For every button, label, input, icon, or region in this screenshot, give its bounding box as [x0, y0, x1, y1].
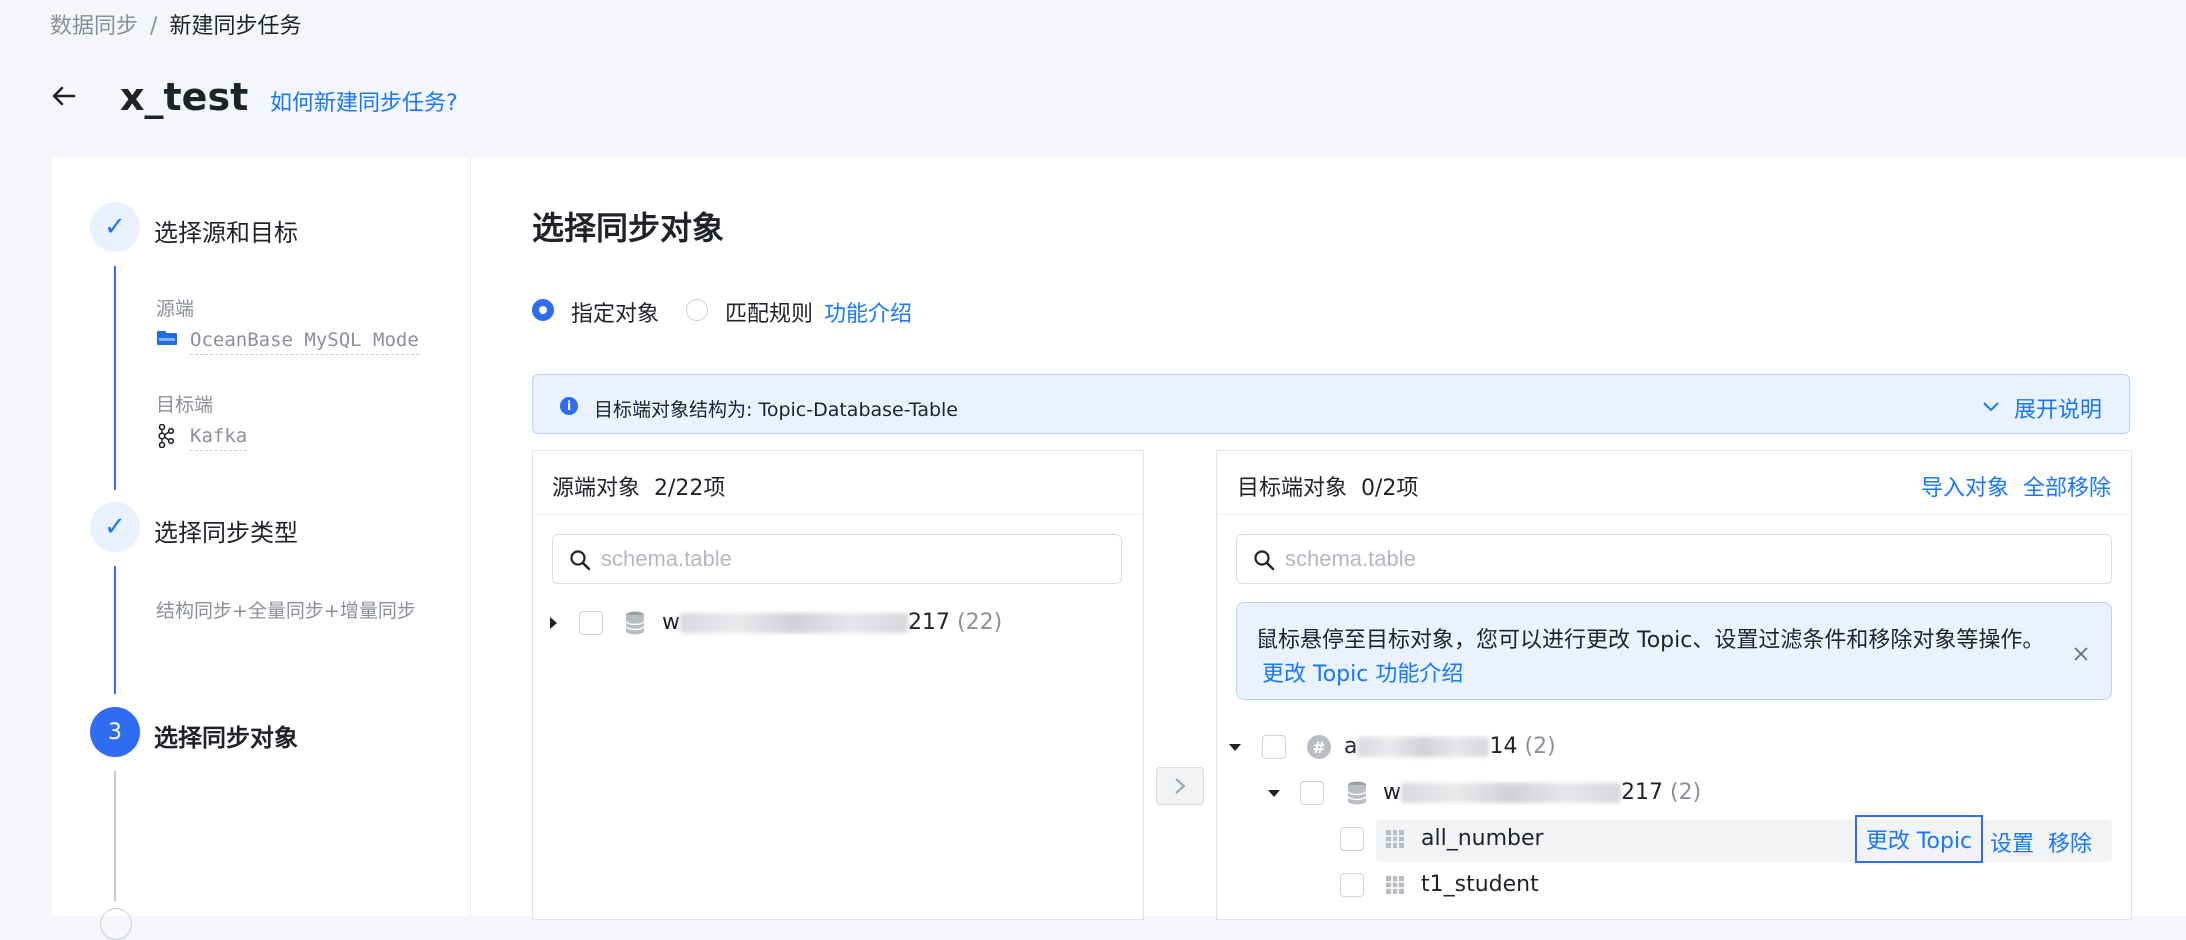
- help-link[interactable]: 如何新建同步任务?: [270, 85, 458, 117]
- step2-label[interactable]: 选择同步类型: [154, 513, 298, 548]
- topic-prefix: a: [1344, 734, 1358, 759]
- kafka-icon: [156, 423, 176, 449]
- settings-button[interactable]: 设置: [1990, 826, 2034, 858]
- search-icon: [1253, 549, 1275, 575]
- hover-tip-text: 鼠标悬停至目标对象，您可以进行更改 Topic、设置过滤条件和移除对象等操作。: [1256, 628, 2045, 653]
- table-checkbox-t1-student[interactable]: [1340, 873, 1364, 897]
- radio-specified-objects[interactable]: [532, 299, 554, 321]
- source-panel-title-text: 源端对象: [552, 476, 641, 501]
- source-search-input[interactable]: [552, 534, 1122, 584]
- source-panel-divider: [533, 514, 1143, 515]
- radio-specified-label[interactable]: 指定对象: [571, 296, 659, 328]
- steps-divider: [470, 158, 471, 916]
- expand-description-link[interactable]: 展开说明: [2014, 392, 2102, 424]
- target-value: Kafka: [190, 425, 248, 451]
- target-panel-divider: [1217, 514, 2131, 515]
- change-topic-button[interactable]: 更改 Topic: [1855, 815, 1983, 863]
- source-search-field[interactable]: [599, 545, 1058, 573]
- breadcrumb-current: 新建同步任务: [169, 14, 302, 39]
- topic-hash-icon: #: [1307, 735, 1331, 759]
- step4-circle: [100, 908, 132, 940]
- step3-number: 3: [90, 707, 140, 757]
- oceanbase-icon: [156, 330, 177, 345]
- remove-button[interactable]: 移除: [2048, 826, 2092, 858]
- close-icon[interactable]: [2072, 645, 2090, 663]
- source-db-prefix: w: [662, 610, 680, 635]
- step2-connector: [114, 566, 116, 694]
- sync-type-value: 结构同步+全量同步+增量同步: [156, 600, 416, 622]
- step3-connector: [114, 771, 116, 901]
- target-db-node[interactable]: w 217 (2): [1383, 780, 1701, 805]
- step2-check-icon: ✓: [90, 502, 140, 552]
- table-checkbox-all-number[interactable]: [1340, 827, 1364, 851]
- source-db-checkbox[interactable]: [579, 611, 603, 635]
- table-row[interactable]: all_number: [1421, 826, 1544, 851]
- target-search-field[interactable]: [1283, 545, 1987, 573]
- source-panel-count: 2/22项: [654, 476, 726, 501]
- source-db-count: (22): [957, 610, 1003, 635]
- target-label: 目标端: [156, 394, 214, 416]
- info-icon: i: [560, 397, 578, 415]
- source-objects-panel: [532, 450, 1144, 920]
- target-db-count: (2): [1670, 780, 1702, 805]
- search-icon: [569, 549, 591, 575]
- target-db-checkbox[interactable]: [1300, 781, 1324, 805]
- collapse-caret-icon[interactable]: [1229, 744, 1241, 751]
- chevron-down-icon[interactable]: [1982, 398, 2000, 412]
- database-icon: [624, 611, 646, 639]
- source-db-node[interactable]: w 217 (22): [662, 610, 1002, 635]
- collapse-caret-icon[interactable]: [1268, 790, 1280, 797]
- topic-node[interactable]: a 14 (2): [1344, 734, 1556, 759]
- change-topic-intro-link[interactable]: 更改 Topic 功能介绍: [1262, 656, 1463, 688]
- source-panel-title: 源端对象 2/22项: [552, 470, 725, 502]
- table-icon: [1385, 829, 1405, 853]
- target-panel-title-text: 目标端对象: [1237, 476, 1348, 501]
- remove-all-link[interactable]: 全部移除: [2023, 470, 2111, 502]
- topic-checkbox[interactable]: [1262, 735, 1286, 759]
- section-title: 选择同步对象: [532, 209, 725, 247]
- table-icon: [1385, 875, 1405, 899]
- target-panel-count: 0/2项: [1361, 476, 1419, 501]
- breadcrumb: 数据同步 / 新建同步任务: [50, 8, 301, 40]
- expand-caret-icon[interactable]: [550, 617, 557, 629]
- source-label: 源端: [156, 298, 195, 320]
- topic-suffix: 14: [1489, 734, 1518, 759]
- back-arrow-icon[interactable]: [48, 80, 80, 112]
- transfer-right-button[interactable]: [1156, 767, 1204, 805]
- target-db-suffix: 217: [1621, 780, 1663, 805]
- feature-intro-link[interactable]: 功能介绍: [824, 296, 912, 328]
- radio-rules-label[interactable]: 匹配规则: [725, 296, 813, 328]
- table-row[interactable]: t1_student: [1421, 872, 1539, 897]
- step1-label[interactable]: 选择源和目标: [154, 213, 298, 248]
- step1-check-icon: ✓: [90, 202, 140, 252]
- breadcrumb-parent[interactable]: 数据同步: [50, 14, 138, 39]
- masked-name: [680, 613, 908, 633]
- topic-count: (2): [1524, 734, 1556, 759]
- target-search-input[interactable]: [1236, 534, 2112, 584]
- step1-connector: [114, 266, 116, 490]
- radio-match-rules[interactable]: [686, 299, 708, 321]
- breadcrumb-separator: /: [150, 14, 158, 39]
- import-objects-link[interactable]: 导入对象: [1921, 470, 2009, 502]
- source-db-suffix: 217: [908, 610, 950, 635]
- target-panel-title: 目标端对象 0/2项: [1237, 470, 1418, 502]
- target-db-prefix: w: [1383, 780, 1401, 805]
- step3-label[interactable]: 选择同步对象: [154, 718, 298, 753]
- structure-info-text: 目标端对象结构为: Topic-Database-Table: [594, 399, 958, 421]
- masked-name: [1401, 783, 1621, 803]
- database-icon: [1346, 781, 1368, 809]
- masked-name: [1357, 737, 1490, 757]
- source-value: OceanBase MySQL Mode: [190, 329, 419, 355]
- page-title: x_test: [120, 75, 249, 119]
